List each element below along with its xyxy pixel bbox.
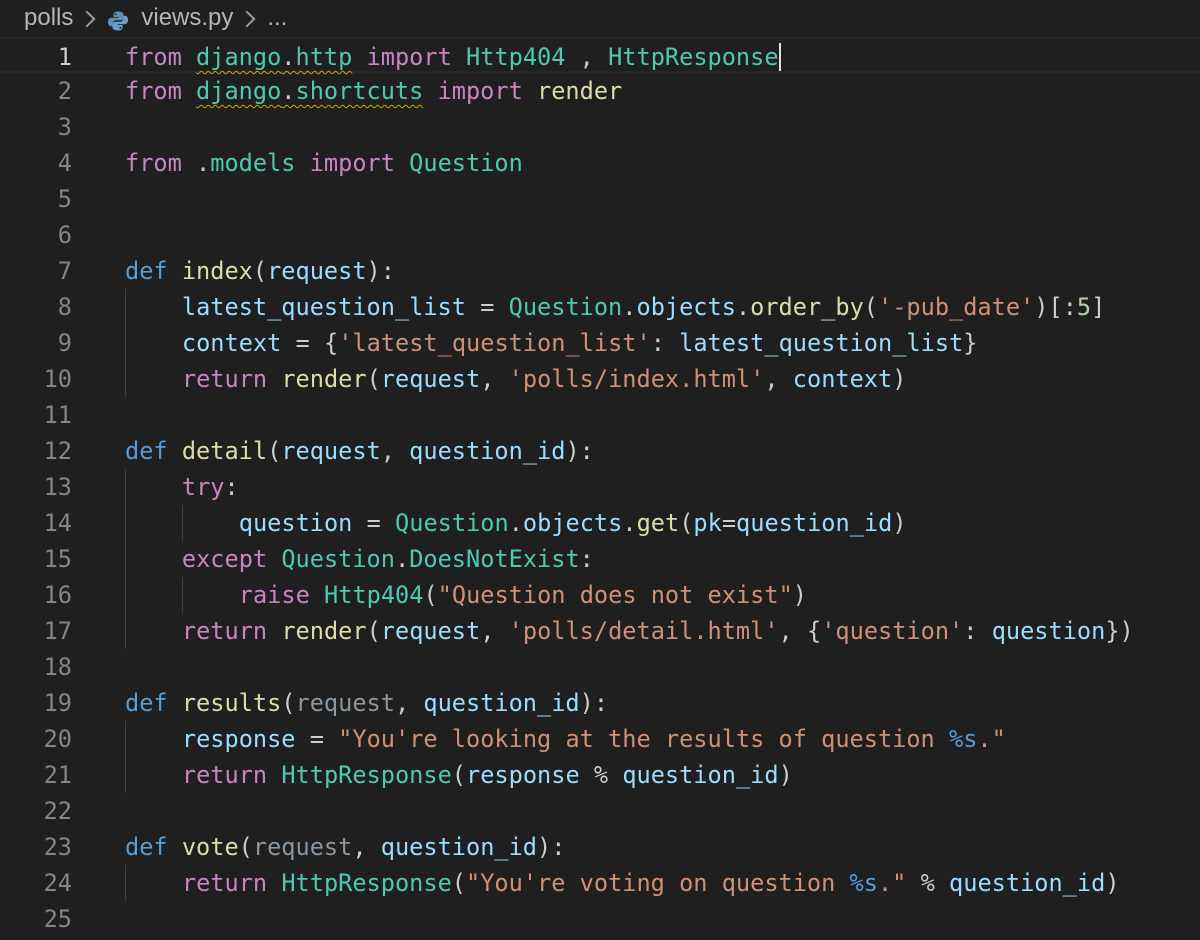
code-editor[interactable]: polls views.py ... 1 from django.http imp… bbox=[0, 0, 1200, 940]
code-line[interactable]: 18 bbox=[0, 649, 1200, 685]
code-area[interactable]: 1 from django.http import Http404 , HttpR… bbox=[0, 37, 1200, 937]
code-line-text[interactable]: raise Http404("Question does not exist") bbox=[125, 577, 807, 613]
breadcrumb: polls views.py ... bbox=[0, 0, 1200, 36]
line-number: 23 bbox=[43, 833, 72, 861]
code-line-text[interactable]: from django.shortcuts import render bbox=[125, 73, 622, 109]
line-number: 2 bbox=[57, 77, 72, 105]
line-number: 25 bbox=[43, 905, 72, 933]
code-line-text[interactable]: from .models import Question bbox=[125, 145, 523, 181]
line-number: 12 bbox=[43, 437, 72, 465]
line-number: 1 bbox=[57, 43, 72, 71]
line-number: 9 bbox=[57, 329, 72, 357]
python-file-icon bbox=[107, 10, 129, 32]
code-line[interactable]: 7 def index(request): bbox=[0, 253, 1200, 289]
import-warning-squiggle[interactable]: django.shortcuts bbox=[196, 77, 423, 105]
code-line[interactable]: 20 response = "You're looking at the res… bbox=[0, 721, 1200, 757]
chevron-right-icon bbox=[238, 10, 256, 28]
code-line-text[interactable]: def detail(request, question_id): bbox=[125, 433, 594, 469]
code-line-text[interactable]: return HttpResponse(response % question_… bbox=[125, 757, 793, 793]
code-line-text[interactable]: except Question.DoesNotExist: bbox=[125, 541, 594, 577]
code-line-text[interactable]: response = "You're looking at the result… bbox=[125, 721, 1006, 757]
indent-guide bbox=[125, 469, 126, 649]
indent-guide bbox=[125, 721, 126, 793]
code-line[interactable]: 11 bbox=[0, 397, 1200, 433]
code-line[interactable]: 24 return HttpResponse("You're voting on… bbox=[0, 865, 1200, 901]
code-line-text[interactable]: def index(request): bbox=[125, 253, 395, 289]
line-number: 20 bbox=[43, 725, 72, 753]
code-line[interactable]: 2 from django.shortcuts import render bbox=[0, 73, 1200, 109]
breadcrumb-folder[interactable]: polls bbox=[24, 4, 73, 32]
line-number: 10 bbox=[43, 365, 72, 393]
code-line-text[interactable]: latest_question_list = Question.objects.… bbox=[125, 289, 1105, 325]
line-number: 18 bbox=[43, 653, 72, 681]
code-line-text[interactable]: def results(request, question_id): bbox=[125, 685, 608, 721]
code-line[interactable]: 16 raise Http404("Question does not exis… bbox=[0, 577, 1200, 613]
code-line[interactable]: 15 except Question.DoesNotExist: bbox=[0, 541, 1200, 577]
line-number: 4 bbox=[57, 149, 72, 177]
line-number: 16 bbox=[43, 581, 72, 609]
code-line[interactable]: 21 return HttpResponse(response % questi… bbox=[0, 757, 1200, 793]
line-number: 17 bbox=[43, 617, 72, 645]
line-number: 5 bbox=[57, 185, 72, 213]
code-line[interactable]: 23 def vote(request, question_id): bbox=[0, 829, 1200, 865]
line-number: 19 bbox=[43, 689, 72, 717]
import-warning-squiggle[interactable]: django.http bbox=[196, 43, 352, 71]
code-line[interactable]: 3 bbox=[0, 109, 1200, 145]
line-number: 6 bbox=[57, 221, 72, 249]
code-line-text[interactable]: return render(request, 'polls/index.html… bbox=[125, 361, 907, 397]
code-line[interactable]: 1 from django.http import Http404 , HttpR… bbox=[0, 37, 1200, 73]
code-line[interactable]: 14 question = Question.objects.get(pk=qu… bbox=[0, 505, 1200, 541]
code-line[interactable]: 17 return render(request, 'polls/detail.… bbox=[0, 613, 1200, 649]
line-number: 14 bbox=[43, 509, 72, 537]
code-line[interactable]: 6 bbox=[0, 217, 1200, 253]
breadcrumb-file[interactable]: views.py bbox=[141, 4, 233, 32]
code-line[interactable]: 8 latest_question_list = Question.object… bbox=[0, 289, 1200, 325]
code-line[interactable]: 13 try: bbox=[0, 469, 1200, 505]
code-line[interactable]: 25 bbox=[0, 901, 1200, 937]
line-number: 15 bbox=[43, 545, 72, 573]
code-line[interactable]: 19 def results(request, question_id): bbox=[0, 685, 1200, 721]
line-number: 24 bbox=[43, 869, 72, 897]
code-line-text[interactable]: return render(request, 'polls/detail.htm… bbox=[125, 613, 1134, 649]
indent-guide bbox=[181, 505, 183, 541]
code-line[interactable]: 4 from .models import Question bbox=[0, 145, 1200, 181]
code-line[interactable]: 5 bbox=[0, 181, 1200, 217]
code-line-text[interactable]: context = {'latest_question_list': lates… bbox=[125, 325, 978, 361]
line-number: 13 bbox=[43, 473, 72, 501]
code-line-text[interactable]: from django.http import Http404 , HttpRe… bbox=[125, 39, 781, 75]
code-line-text[interactable]: return HttpResponse("You're voting on qu… bbox=[125, 865, 1120, 901]
code-line-text[interactable]: def vote(request, question_id): bbox=[125, 829, 565, 865]
text-cursor bbox=[778, 42, 781, 71]
line-number: 11 bbox=[43, 401, 72, 429]
line-number: 21 bbox=[43, 761, 72, 789]
code-line[interactable]: 12 def detail(request, question_id): bbox=[0, 433, 1200, 469]
indent-guide bbox=[125, 865, 126, 901]
line-number: 8 bbox=[57, 293, 72, 321]
chevron-right-icon bbox=[78, 10, 96, 28]
code-line-text[interactable]: try: bbox=[125, 469, 239, 505]
code-line[interactable]: 9 context = {'latest_question_list': lat… bbox=[0, 325, 1200, 361]
line-number: 7 bbox=[57, 257, 72, 285]
code-line[interactable]: 22 bbox=[0, 793, 1200, 829]
code-line-text[interactable]: question = Question.objects.get(pk=quest… bbox=[125, 505, 907, 541]
line-number: 22 bbox=[43, 797, 72, 825]
indent-guide bbox=[125, 289, 126, 397]
code-line[interactable]: 10 return render(request, 'polls/index.h… bbox=[0, 361, 1200, 397]
breadcrumb-more[interactable]: ... bbox=[267, 4, 287, 32]
line-number: 3 bbox=[57, 113, 72, 141]
indent-guide bbox=[181, 577, 183, 613]
